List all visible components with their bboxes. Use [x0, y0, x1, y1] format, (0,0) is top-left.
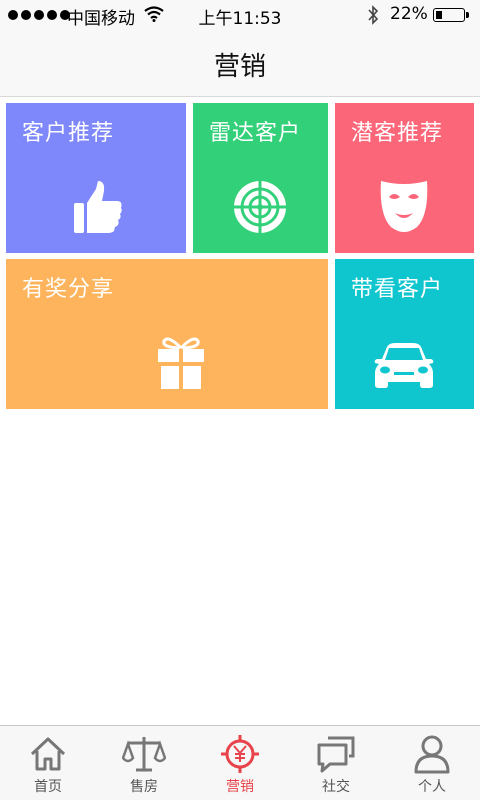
bluetooth-icon	[366, 5, 380, 30]
tile-label: 潜客推荐	[351, 121, 444, 146]
home-icon	[30, 737, 66, 771]
tab-bar: 首页 售房 营销 社交 个人	[0, 725, 480, 800]
tile-label: 雷达客户	[209, 121, 302, 146]
tile-label: 客户推荐	[22, 121, 115, 146]
status-bar: 中国移动 上午11:53 22%	[0, 0, 480, 30]
yuan-target-icon	[221, 735, 259, 773]
tab-label: 个人	[418, 779, 446, 795]
car-icon	[373, 341, 435, 393]
tab-label: 营销	[226, 779, 254, 795]
tab-label: 首页	[34, 779, 62, 795]
page-title: 营销	[213, 52, 266, 82]
person-icon	[414, 735, 450, 774]
tile-customer-referral[interactable]: 客户推荐	[6, 103, 186, 253]
tile-radar-customers[interactable]: 雷达客户	[193, 103, 328, 253]
tile-label: 带看客户	[351, 277, 444, 302]
tab-home[interactable]: 首页	[0, 726, 96, 800]
scales-icon	[122, 737, 166, 772]
tile-potential-customers[interactable]: 潜客推荐	[335, 103, 474, 253]
chat-bubbles-icon	[317, 736, 355, 773]
radar-icon	[232, 179, 288, 239]
tab-label: 社交	[322, 779, 350, 795]
tab-sell-house[interactable]: 售房	[96, 726, 192, 800]
mask-icon	[379, 179, 429, 239]
battery-icon	[433, 8, 469, 22]
tab-marketing[interactable]: 营销	[192, 726, 288, 800]
navigation-bar: 营销	[0, 30, 480, 97]
tile-label: 有奖分享	[22, 277, 115, 302]
tab-social[interactable]: 社交	[288, 726, 384, 800]
tile-rewarded-sharing[interactable]: 有奖分享	[6, 259, 328, 409]
tab-label: 售房	[130, 779, 158, 795]
gift-icon	[156, 335, 206, 395]
thumbs-up-icon	[72, 179, 124, 239]
tile-viewing-customers[interactable]: 带看客户	[335, 259, 474, 409]
tab-personal[interactable]: 个人	[384, 726, 480, 800]
battery-percent: 22%	[390, 4, 428, 24]
